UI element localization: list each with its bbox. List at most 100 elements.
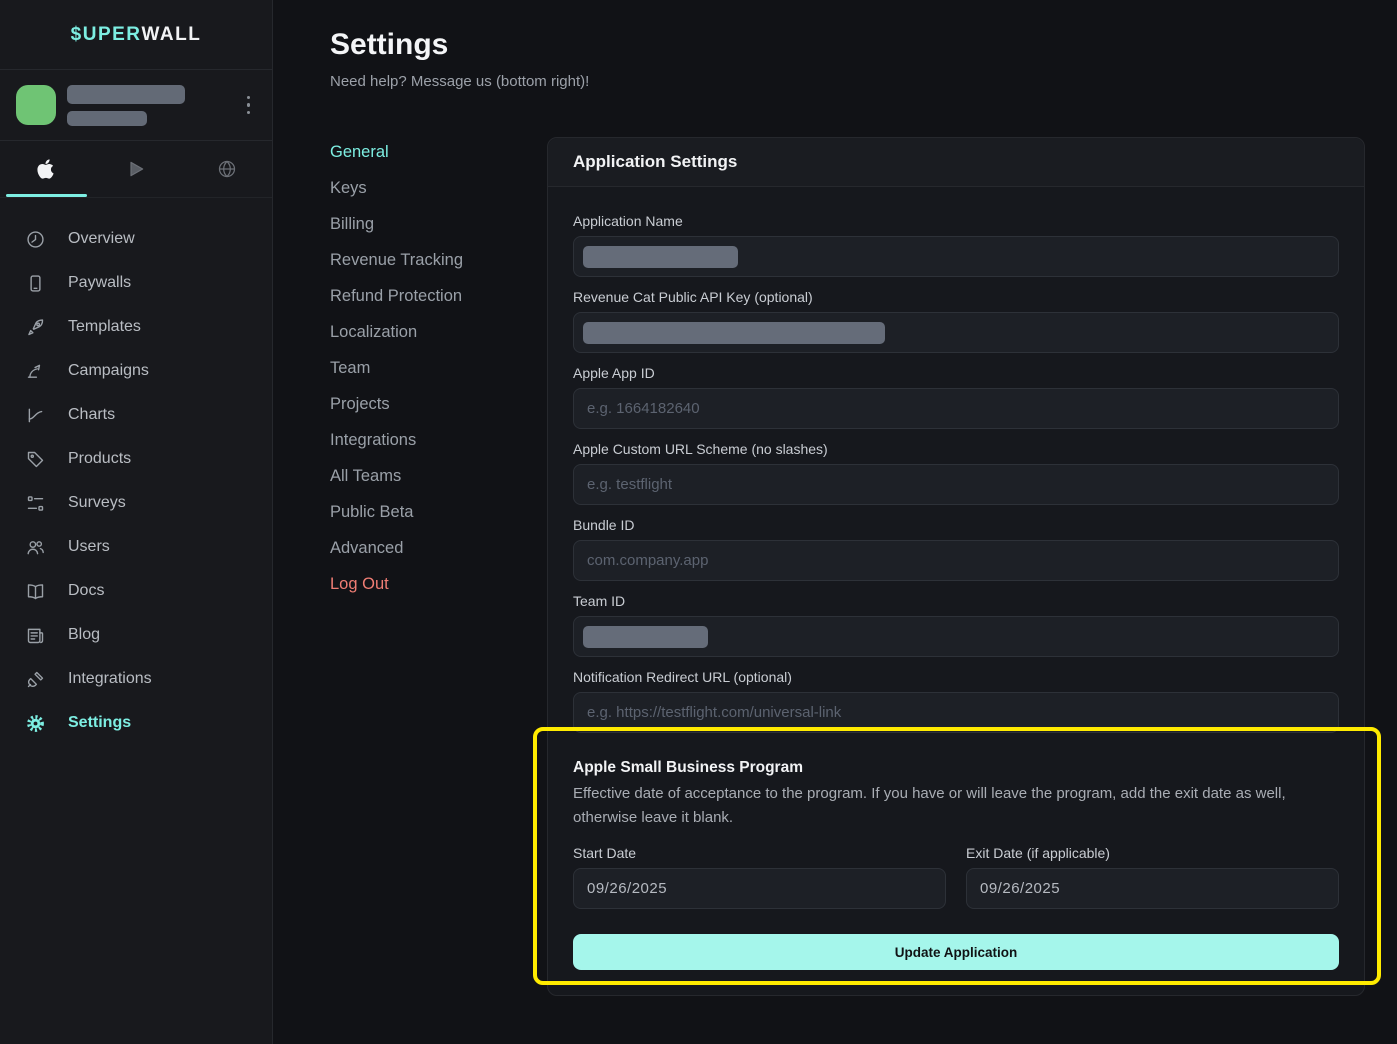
exit-date-input[interactable] (966, 868, 1339, 909)
sidebar-item-blog[interactable]: Blog (0, 613, 272, 657)
kebab-menu-icon[interactable] (241, 90, 257, 121)
settings-menu-integrations[interactable]: Integrations (330, 422, 463, 458)
notification-redirect-url-input[interactable] (573, 692, 1339, 733)
field-start-date: Start Date (573, 843, 946, 909)
application-settings-card: Application Settings Application Name Re… (547, 137, 1365, 996)
sidebar-item-label: Overview (68, 230, 135, 248)
card-body: Application Name Revenue Cat Public API … (548, 187, 1364, 995)
settings-menu-log-out[interactable]: Log Out (330, 566, 463, 602)
apple-icon (36, 158, 55, 180)
plug-icon (25, 669, 46, 690)
sidebar-item-label: Templates (68, 318, 141, 336)
sidebar-item-paywalls[interactable]: Paywalls (0, 261, 272, 305)
sidebar-item-charts[interactable]: Charts (0, 393, 272, 437)
card-title: Application Settings (573, 152, 737, 172)
workspace-avatar (16, 85, 56, 125)
sidebar-item-integrations[interactable]: Integrations (0, 657, 272, 701)
settings-menu-refund-protection[interactable]: Refund Protection (330, 278, 463, 314)
redacted-value (583, 246, 738, 268)
field-apple-url-scheme: Apple Custom URL Scheme (no slashes) (573, 439, 1339, 505)
exit-date-label: Exit Date (if applicable) (966, 843, 1339, 863)
sidebar-item-surveys[interactable]: Surveys (0, 481, 272, 525)
settings-menu-revenue-tracking[interactable]: Revenue Tracking (330, 242, 463, 278)
field-label: Bundle ID (573, 515, 1339, 535)
settings-menu-projects[interactable]: Projects (330, 386, 463, 422)
bundle-id-input[interactable] (573, 540, 1339, 581)
tab-web[interactable] (181, 141, 272, 197)
settings-menu-team[interactable]: Team (330, 350, 463, 386)
settings-menu-public-beta[interactable]: Public Beta (330, 494, 463, 530)
field-label: Revenue Cat Public API Key (optional) (573, 287, 1339, 307)
page-title: Settings (330, 28, 448, 62)
tab-apple[interactable] (0, 141, 91, 197)
tab-google-play[interactable] (91, 141, 182, 197)
redacted-workspace-subtitle (67, 111, 147, 126)
google-play-icon (126, 159, 146, 179)
sidebar-item-users[interactable]: Users (0, 525, 272, 569)
settings-menu-advanced[interactable]: Advanced (330, 530, 463, 566)
revenuecat-api-key-input[interactable] (573, 312, 1339, 353)
settings-menu-billing[interactable]: Billing (330, 206, 463, 242)
gear-icon (25, 713, 46, 734)
users-icon (25, 537, 46, 558)
sidebar-item-campaigns[interactable]: Campaigns (0, 349, 272, 393)
sidebar-item-docs[interactable]: Docs (0, 569, 272, 613)
field-bundle-id: Bundle ID (573, 515, 1339, 581)
workspace-switcher[interactable] (0, 70, 272, 141)
clock-icon (25, 229, 46, 250)
settings-menu-keys[interactable]: Keys (330, 170, 463, 206)
sidebar-item-label: Paywalls (68, 274, 131, 292)
apple-small-business-program-section: Apple Small Business Program Effective d… (573, 758, 1339, 970)
megaphone-icon (25, 361, 46, 382)
book-icon (25, 581, 46, 602)
settings-menu: General Keys Billing Revenue Tracking Re… (330, 134, 463, 602)
sbp-title: Apple Small Business Program (573, 758, 1339, 778)
sidebar-item-label: Surveys (68, 494, 126, 512)
sidebar-item-overview[interactable]: Overview (0, 217, 272, 261)
field-label: Apple Custom URL Scheme (no slashes) (573, 439, 1339, 459)
brand-logo-rest: WALL (142, 24, 202, 46)
sidebar-item-label: Charts (68, 406, 115, 424)
redacted-value (583, 322, 885, 344)
card-header: Application Settings (548, 138, 1364, 187)
sidebar-item-settings[interactable]: Settings (0, 701, 272, 745)
settings-menu-all-teams[interactable]: All Teams (330, 458, 463, 494)
sidebar-item-label: Settings (68, 714, 131, 732)
app-window: $UPERWALL (0, 0, 1397, 1044)
checklist-icon (25, 493, 46, 514)
sidebar-item-products[interactable]: Products (0, 437, 272, 481)
team-id-input[interactable] (573, 616, 1339, 657)
settings-menu-localization[interactable]: Localization (330, 314, 463, 350)
workspace-name-redacted (67, 85, 241, 126)
platform-tabs (0, 141, 272, 198)
redacted-value (583, 626, 708, 648)
update-application-button[interactable]: Update Application (573, 934, 1339, 970)
field-label: Notification Redirect URL (optional) (573, 667, 1339, 687)
field-label: Application Name (573, 211, 1339, 231)
sidebar-item-label: Products (68, 450, 131, 468)
sidebar: $UPERWALL (0, 0, 273, 1044)
field-exit-date: Exit Date (if applicable) (966, 843, 1339, 909)
brand-logo-accent: $UPER (71, 24, 142, 46)
sidebar-item-label: Blog (68, 626, 100, 644)
start-date-input[interactable] (573, 868, 946, 909)
sidebar-item-templates[interactable]: Templates (0, 305, 272, 349)
field-revenuecat-api-key: Revenue Cat Public API Key (optional) (573, 287, 1339, 353)
globe-icon (217, 159, 237, 179)
sidebar-nav: Overview Paywalls Templates Campaigns Ch… (0, 198, 272, 745)
newspaper-icon (25, 625, 46, 646)
application-name-input[interactable] (573, 236, 1339, 277)
settings-menu-general[interactable]: General (330, 134, 463, 170)
sidebar-item-label: Campaigns (68, 362, 149, 380)
brand-logo[interactable]: $UPERWALL (0, 0, 272, 70)
apple-url-scheme-input[interactable] (573, 464, 1339, 505)
sbp-description: Effective date of acceptance to the prog… (573, 782, 1339, 830)
active-tab-indicator (6, 194, 87, 197)
tag-icon (25, 449, 46, 470)
field-label: Apple App ID (573, 363, 1339, 383)
rocket-icon (25, 317, 46, 338)
sidebar-item-label: Integrations (68, 670, 152, 688)
field-application-name: Application Name (573, 211, 1339, 277)
apple-app-id-input[interactable] (573, 388, 1339, 429)
start-date-label: Start Date (573, 843, 946, 863)
